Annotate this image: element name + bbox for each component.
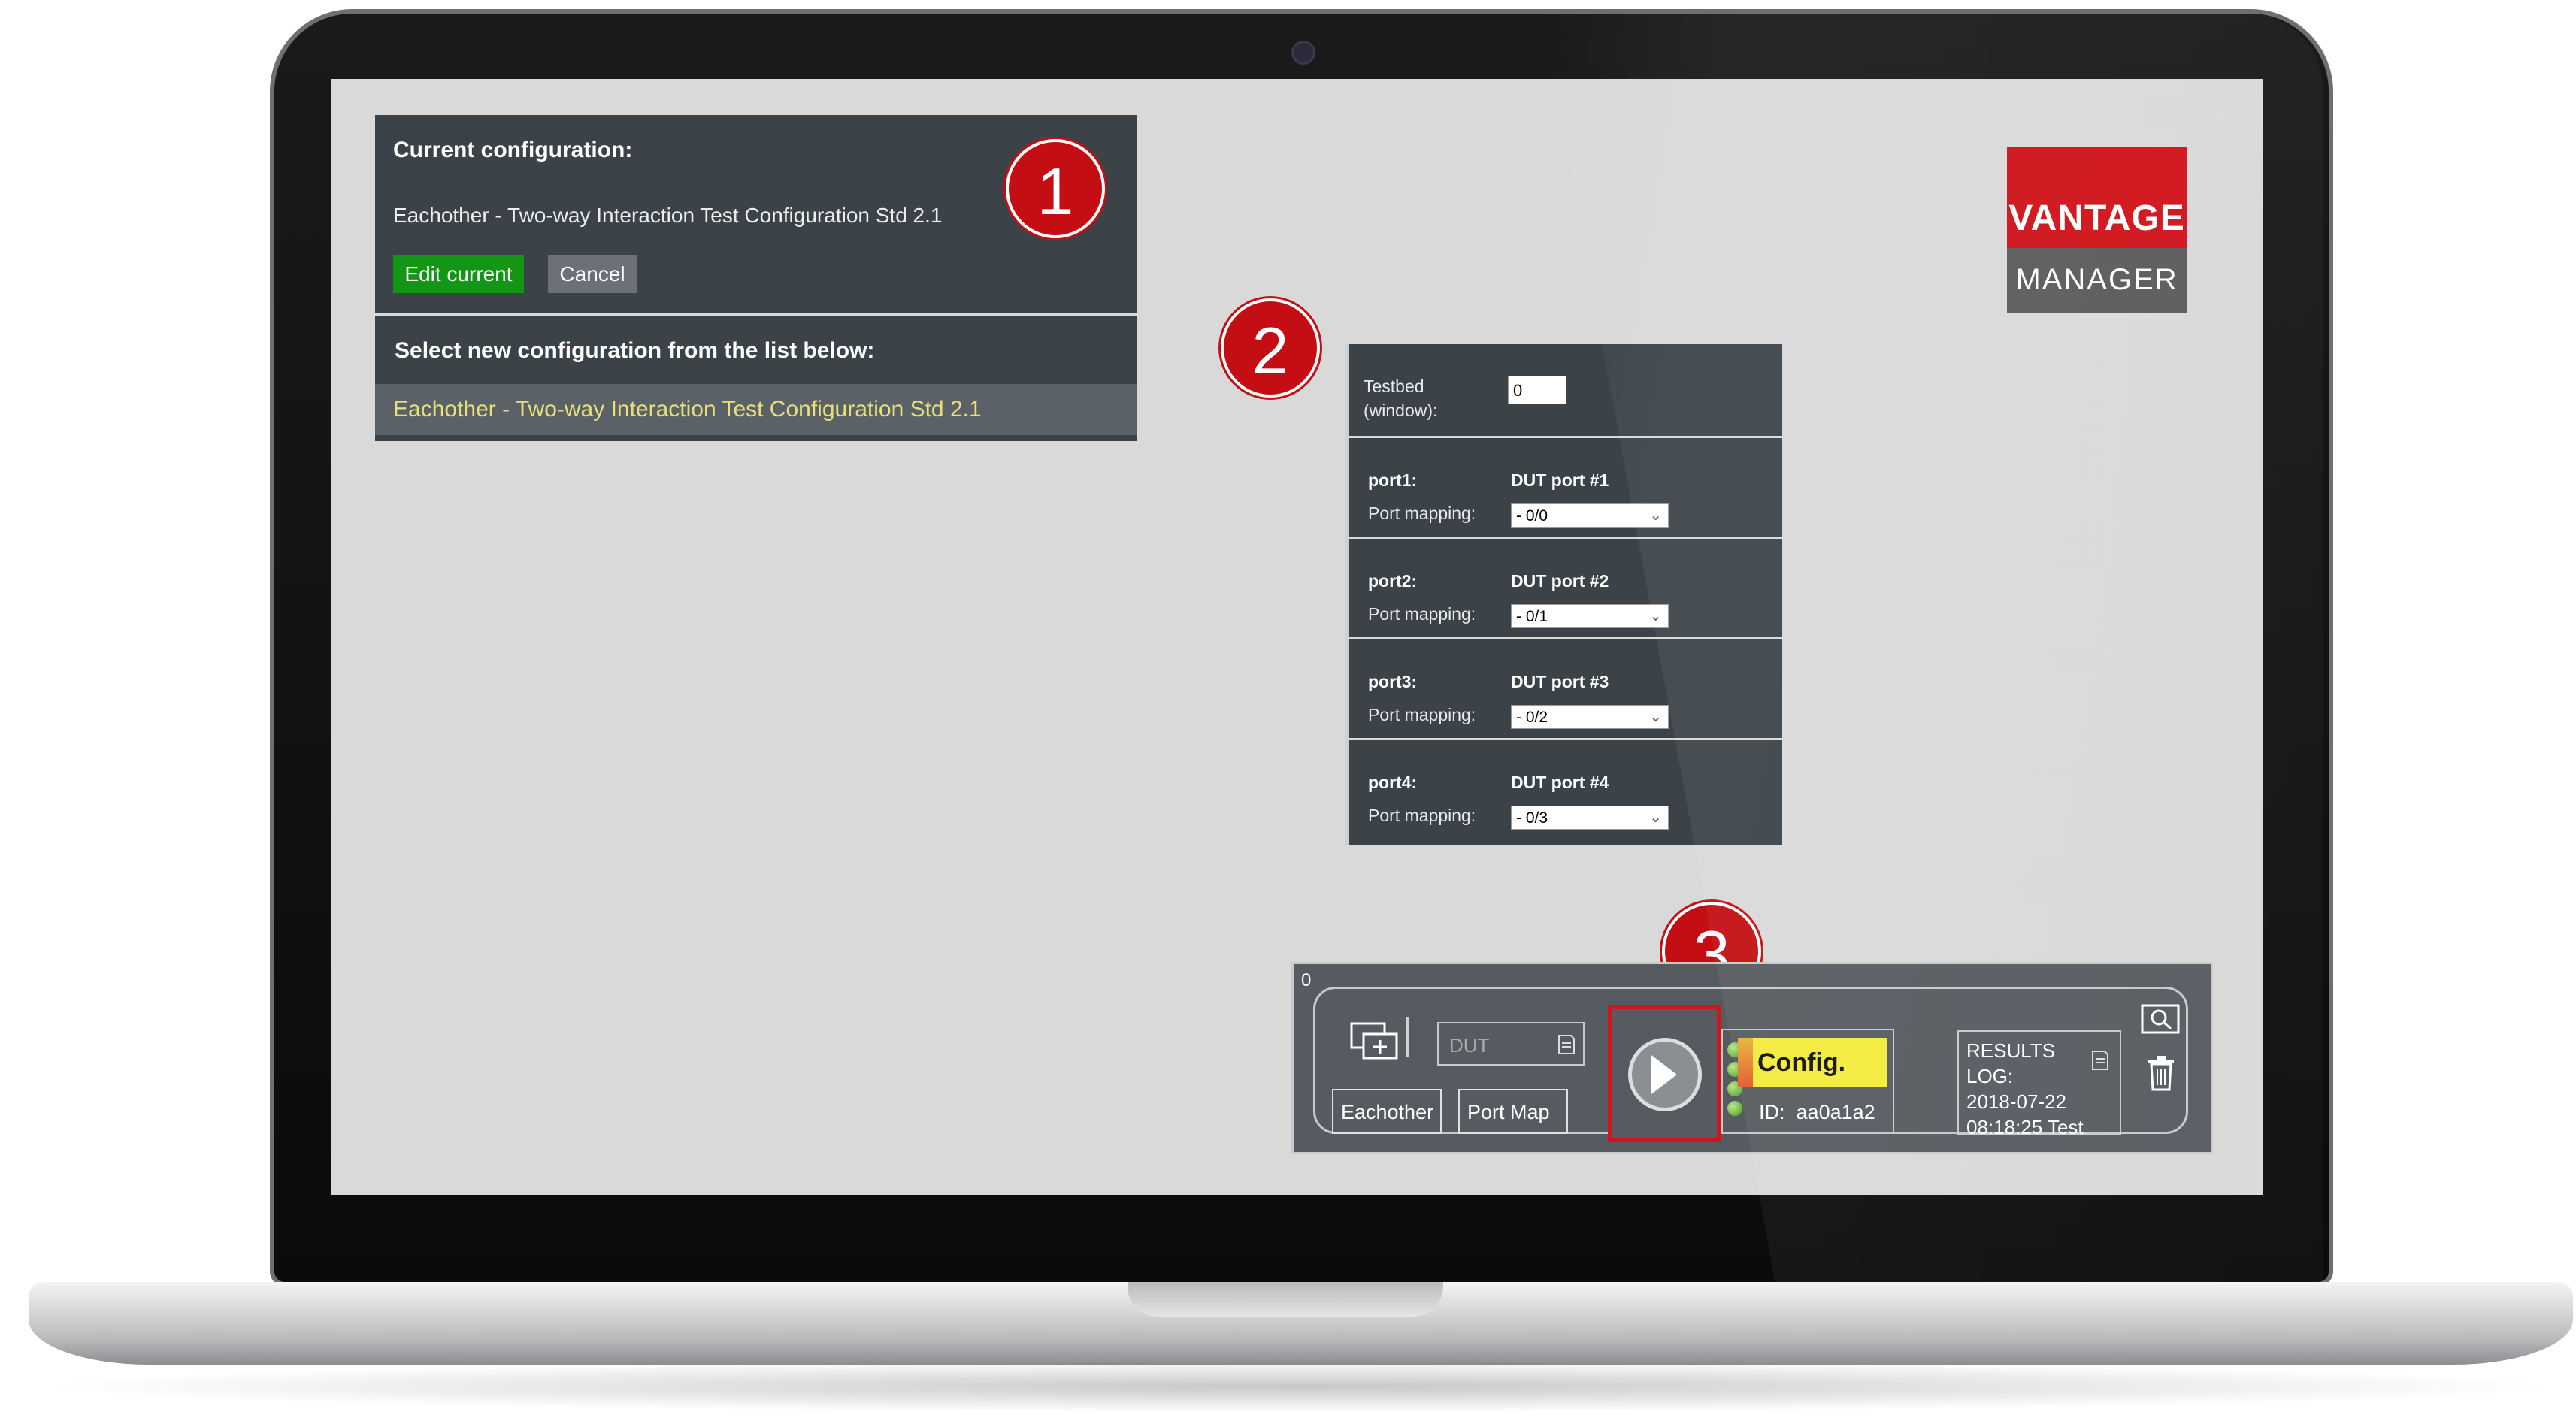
laptop-base-notch <box>1128 1282 1443 1317</box>
chevron-down-icon: ⌄ <box>1649 709 1662 725</box>
port4-mapping-label: Port mapping: <box>1368 806 1476 825</box>
status-box: Config. ID: aa0a1a2 <box>1721 1029 1894 1134</box>
port3-label: port3: <box>1368 672 1418 691</box>
testbed-index: 0 <box>1301 970 1312 990</box>
laptop-shadow <box>30 1360 2571 1413</box>
chevron-down-icon: ⌄ <box>1649 608 1662 624</box>
configuration-list-item[interactable]: Eachother - Two-way Interaction Test Con… <box>375 384 1137 435</box>
port4-mapping-select[interactable]: - 0/3 ⌄ <box>1511 806 1669 830</box>
step-badge-1: 1 <box>1006 139 1105 238</box>
cancel-button[interactable]: Cancel <box>548 255 637 293</box>
divider <box>1406 1017 1409 1057</box>
manager-logo: MANAGER <box>2007 248 2187 313</box>
port2-mapping-select[interactable]: - 0/1 ⌄ <box>1511 604 1669 628</box>
port4-label: port4: <box>1368 772 1418 792</box>
add-screen-icon[interactable] <box>1349 1019 1401 1064</box>
port-map-button[interactable]: Port Map <box>1458 1089 1568 1134</box>
port1-mapping-select[interactable]: - 0/0 ⌄ <box>1511 503 1669 528</box>
port2-dut-label: DUT port #2 <box>1511 571 1609 591</box>
status-progress-bar <box>1738 1038 1753 1087</box>
test-run-bar: 0 DUT Eachother Port Map Config. ID: aa0… <box>1291 962 2213 1154</box>
port2-mapping-label: Port mapping: <box>1368 604 1476 624</box>
port2-label: port2: <box>1368 571 1418 591</box>
port3-dut-label: DUT port #3 <box>1511 672 1609 691</box>
port3-mapping-label: Port mapping: <box>1368 705 1476 724</box>
port1-mapping-label: Port mapping: <box>1368 503 1476 523</box>
play-button[interactable] <box>1628 1038 1702 1111</box>
port4-dut-label: DUT port #4 <box>1511 772 1609 792</box>
testbed-label: Testbed (window): <box>1364 376 1438 420</box>
results-log[interactable]: RESULTS LOG: 2018-07-22 08:18:25 Test <box>1957 1030 2121 1135</box>
status-config-label: Config. <box>1738 1038 1887 1087</box>
port1-label: port1: <box>1368 470 1418 490</box>
select-configuration-heading: Select new configuration from the list b… <box>395 338 875 363</box>
play-highlight-frame <box>1608 1005 1721 1142</box>
status-led <box>1727 1101 1742 1116</box>
status-id: ID: aa0a1a2 <box>1759 1101 1875 1123</box>
divider <box>375 313 1137 316</box>
chevron-down-icon: ⌄ <box>1649 507 1662 524</box>
test-run-card: DUT Eachother Port Map Config. ID: aa0a1… <box>1313 987 2188 1142</box>
play-icon <box>1651 1055 1677 1094</box>
dut-field[interactable]: DUT <box>1437 1022 1585 1066</box>
divider <box>1349 537 1782 539</box>
vantage-logo: VANTAGE <box>2007 147 2187 248</box>
eachother-button[interactable]: Eachother <box>1332 1089 1442 1134</box>
memory-card-icon <box>1558 1035 1575 1054</box>
webcam-icon <box>1291 41 1315 65</box>
divider <box>1349 436 1782 438</box>
port1-dut-label: DUT port #1 <box>1511 470 1609 490</box>
step-badge-2: 2 <box>1221 298 1320 398</box>
current-configuration-name: Eachother - Two-way Interaction Test Con… <box>393 204 943 227</box>
memory-card-icon <box>2092 1051 2108 1070</box>
edit-current-button[interactable]: Edit current <box>393 255 524 293</box>
divider <box>1349 738 1782 740</box>
current-configuration-heading: Current configuration: <box>393 138 633 162</box>
zoom-icon[interactable] <box>2141 1004 2180 1036</box>
chevron-down-icon: ⌄ <box>1649 809 1662 826</box>
port3-mapping-select[interactable]: - 0/2 ⌄ <box>1511 705 1669 729</box>
testbed-input[interactable]: 0 <box>1508 376 1566 404</box>
divider <box>1349 637 1782 639</box>
port-mapping-panel: Testbed (window): 0 port1: DUT port #1 P… <box>1345 344 1782 845</box>
trash-icon[interactable] <box>2147 1055 2175 1091</box>
laptop-screen: Current configuration: Eachother - Two-w… <box>331 79 2263 1195</box>
